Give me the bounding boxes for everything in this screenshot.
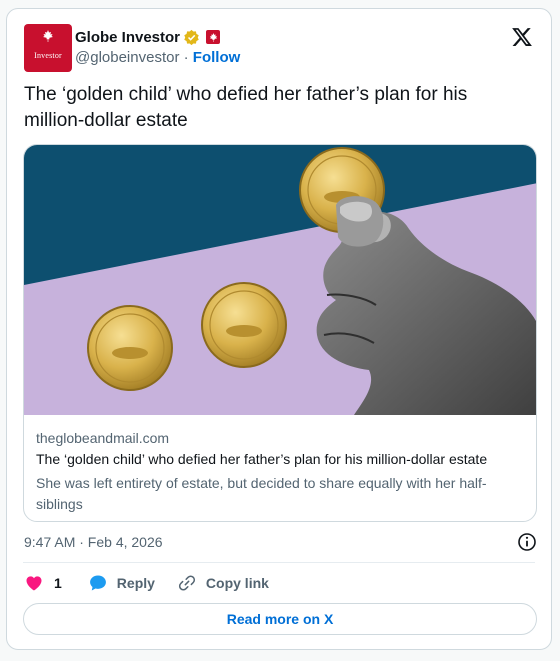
handle-row: @globeinvestor · Follow bbox=[75, 49, 240, 66]
embedded-tweet-card: Investor Globe Investor @globeinvestor ·… bbox=[6, 8, 552, 650]
reply-icon bbox=[89, 575, 106, 591]
tweet-text: The ‘golden child’ who defied her father… bbox=[24, 84, 468, 131]
account-handle[interactable]: @globeinvestor bbox=[75, 49, 179, 66]
link-title: The ‘golden child’ who defied her father… bbox=[36, 451, 488, 467]
avatar[interactable]: Investor bbox=[24, 24, 72, 72]
canada-flag-icon bbox=[206, 30, 221, 44]
heart-icon bbox=[26, 576, 42, 591]
read-more-button[interactable]: Read more on X bbox=[23, 603, 537, 635]
divider bbox=[23, 562, 535, 563]
copy-link-label: Copy link bbox=[205, 575, 269, 591]
account-name-row: Globe Investor bbox=[75, 26, 221, 48]
reply-label: Reply bbox=[116, 575, 155, 591]
copy-link-button[interactable]: Copy link bbox=[177, 573, 269, 593]
link-domain: theglobeandmail.com bbox=[36, 430, 170, 446]
coin-left bbox=[87, 305, 173, 391]
link-description: She was left entirety of estate, but dec… bbox=[36, 475, 487, 512]
x-logo-icon[interactable] bbox=[511, 26, 533, 48]
like-button[interactable]: 1 bbox=[24, 573, 62, 593]
article-image bbox=[24, 145, 536, 415]
action-bar: 1 Reply Copy link bbox=[24, 572, 269, 594]
follow-button[interactable]: Follow bbox=[193, 49, 241, 66]
like-count: 1 bbox=[54, 575, 62, 591]
separator-dot: · bbox=[183, 49, 189, 66]
maple-leaf-icon bbox=[43, 30, 53, 42]
info-icon[interactable] bbox=[517, 532, 537, 552]
link-preview-card[interactable]: theglobeandmail.com The ‘golden child’ w… bbox=[23, 144, 537, 522]
copy-link-icon bbox=[178, 575, 195, 591]
coin-middle bbox=[201, 282, 287, 368]
account-name[interactable]: Globe Investor bbox=[75, 29, 180, 46]
gold-verified-badge-icon bbox=[184, 29, 199, 45]
reply-button[interactable]: Reply bbox=[88, 573, 155, 593]
tweet-timestamp[interactable]: 9:47 AM · Feb 4, 2026 bbox=[24, 534, 163, 550]
avatar-brand-text: Investor bbox=[34, 51, 62, 60]
